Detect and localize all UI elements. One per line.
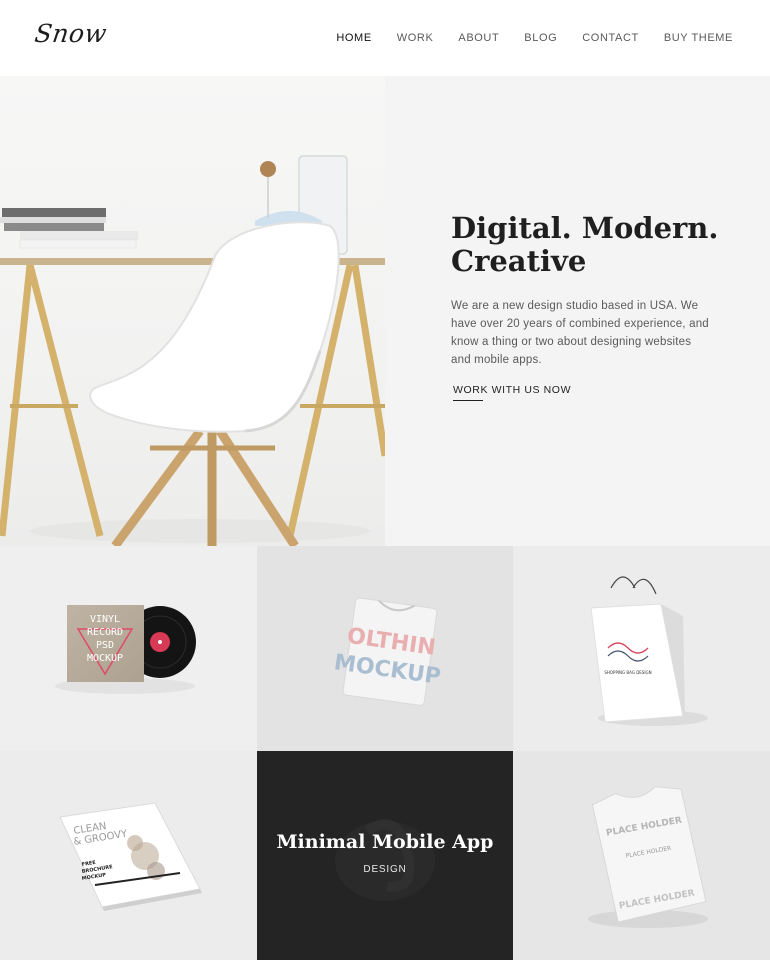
nav-contact[interactable]: CONTACT xyxy=(582,32,639,44)
site-header: Snow HOME WORK ABOUT BLOG CONTACT BUY TH… xyxy=(0,0,770,76)
vinyl-text-4: MOCKUP xyxy=(87,653,123,664)
nav-about[interactable]: ABOUT xyxy=(458,32,499,44)
vinyl-text-2: RECORD xyxy=(87,627,123,638)
nav-blog[interactable]: BLOG xyxy=(524,32,557,44)
portfolio-item-brochure[interactable]: CLEAN & GROOVY FREE BROCHURE MOCKUP xyxy=(0,751,257,960)
shopping-bag-mockup-image: SHOPPING BAG DESIGN xyxy=(590,576,708,726)
nav-work[interactable]: WORK xyxy=(397,32,434,44)
tee-placeholder-mockup-image: PLACE HOLDER PLACE HOLDER PLACE HOLDER xyxy=(588,786,708,928)
vinyl-text-1: VINYL xyxy=(90,614,120,625)
tshirt-mockup-image: OLTHIN MOCKUP xyxy=(332,597,442,706)
cta-underline xyxy=(453,400,483,401)
vinyl-text-3: PSD xyxy=(96,640,114,651)
nav-home[interactable]: HOME xyxy=(336,32,371,44)
brochure-mockup-image: CLEAN & GROOVY FREE BROCHURE MOCKUP xyxy=(59,802,202,911)
portfolio-item-tshirt[interactable]: OLTHIN MOCKUP xyxy=(257,546,513,751)
hero-title: Digital. Modern. Creative xyxy=(451,212,741,278)
bag-text: SHOPPING BAG DESIGN xyxy=(604,670,651,675)
site-logo[interactable]: Snow xyxy=(33,19,109,48)
hero-image xyxy=(0,76,385,546)
portfolio-item-vinyl[interactable]: VINYL RECORD PSD MOCKUP xyxy=(0,546,257,751)
work-with-us-link[interactable]: WORK WITH US NOW xyxy=(453,384,571,396)
nav-buy-theme[interactable]: BUY THEME xyxy=(664,32,733,44)
hero-description: We are a new design studio based in USA.… xyxy=(451,300,709,366)
hero-title-line-2: Creative xyxy=(451,244,587,278)
featured-overlay-image xyxy=(335,819,435,901)
chair-desk-illustration xyxy=(0,155,385,546)
hero-intro: Digital. Modern. Creative We are a new d… xyxy=(385,76,770,546)
main-nav: HOME WORK ABOUT BLOG CONTACT BUY THEME xyxy=(336,32,733,44)
featured-title: Minimal Mobile App xyxy=(276,831,494,853)
portfolio-item-featured[interactable]: Minimal Mobile App DESIGN xyxy=(257,751,513,960)
featured-category: DESIGN xyxy=(363,864,407,875)
portfolio-item-shopping-bag[interactable]: SHOPPING BAG DESIGN xyxy=(513,546,770,751)
vinyl-mockup-image: VINYL RECORD PSD MOCKUP xyxy=(55,605,196,694)
portfolio-item-tee-placeholder[interactable]: PLACE HOLDER PLACE HOLDER PLACE HOLDER xyxy=(513,751,770,960)
hero-title-line-1: Digital. Modern. xyxy=(451,211,719,245)
